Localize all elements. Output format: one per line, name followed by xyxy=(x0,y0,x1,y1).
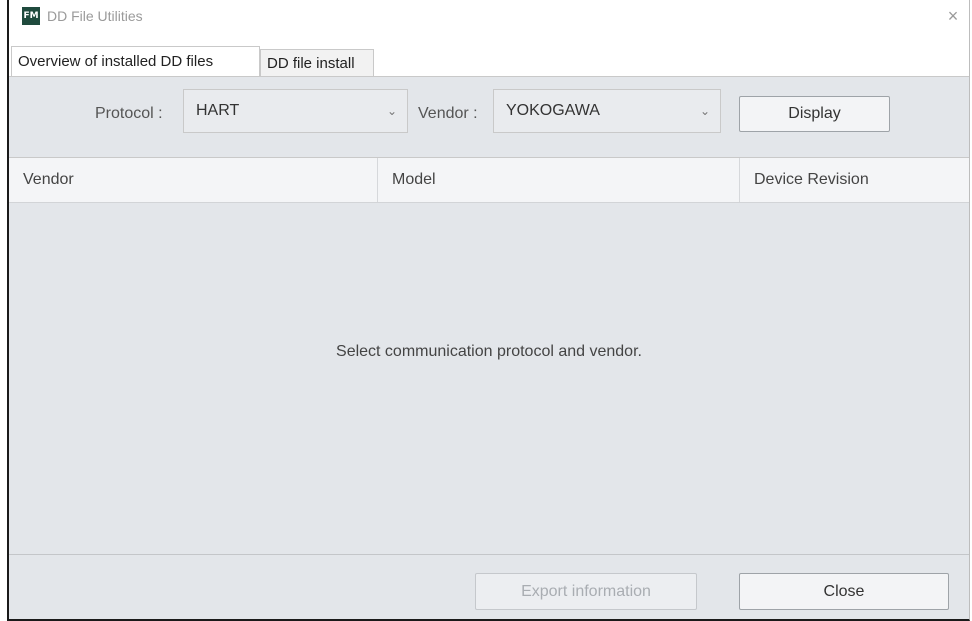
display-button[interactable]: Display xyxy=(739,96,890,132)
protocol-select[interactable]: HART ⌄ xyxy=(183,89,408,133)
window-title: DD File Utilities xyxy=(47,8,143,24)
column-header-device-revision[interactable]: Device Revision xyxy=(740,158,969,202)
column-header-vendor[interactable]: Vendor xyxy=(9,158,378,202)
close-button[interactable]: Close xyxy=(739,573,949,610)
export-information-button[interactable]: Export information xyxy=(475,573,697,610)
app-icon: FM xyxy=(22,7,40,25)
dd-file-utilities-window: FM DD File Utilities × Overview of insta… xyxy=(7,0,970,621)
empty-table-message: Select communication protocol and vendor… xyxy=(336,343,642,360)
protocol-selected-value: HART xyxy=(196,102,240,119)
overview-panel: Protocol : HART ⌄ Vendor : YOKOGAWA ⌄ Di… xyxy=(9,76,969,619)
chevron-down-icon: ⌄ xyxy=(386,104,397,118)
vendor-select[interactable]: YOKOGAWA ⌄ xyxy=(493,89,721,133)
tab-dd-file-install[interactable]: DD file install xyxy=(260,49,374,76)
column-header-model[interactable]: Model xyxy=(378,158,740,202)
close-icon[interactable]: × xyxy=(943,6,963,26)
vendor-selected-value: YOKOGAWA xyxy=(506,102,600,119)
chevron-down-icon: ⌄ xyxy=(699,104,710,118)
table-header: Vendor Model Device Revision xyxy=(9,157,969,203)
tab-overview-installed-dd-files[interactable]: Overview of installed DD files xyxy=(11,46,260,76)
footer-divider xyxy=(9,554,969,555)
vendor-label: Vendor : xyxy=(418,105,478,122)
title-bar: FM DD File Utilities × xyxy=(9,0,969,44)
protocol-label: Protocol : xyxy=(95,105,163,122)
